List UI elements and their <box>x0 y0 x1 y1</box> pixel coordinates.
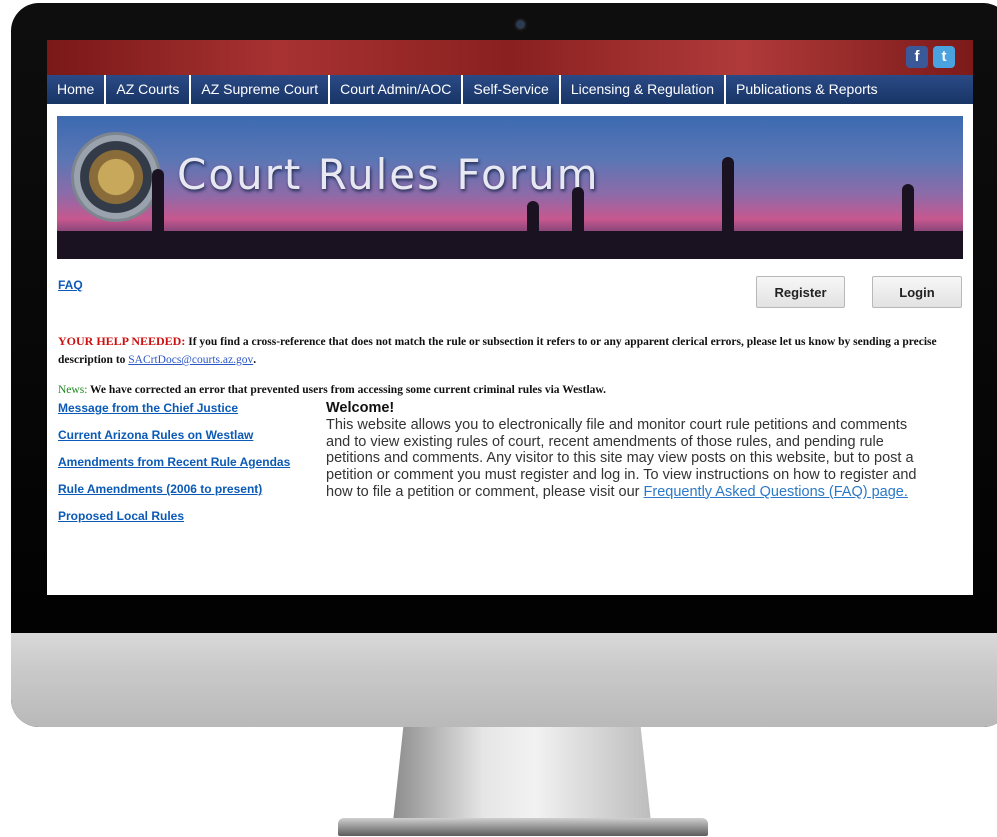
sidebar-item-proposed-local-rules[interactable]: Proposed Local Rules <box>58 508 323 525</box>
monitor-stand-base <box>338 818 708 836</box>
help-end: . <box>253 354 257 366</box>
nav-item-home[interactable]: Home <box>47 75 107 104</box>
twitter-icon[interactable]: t <box>933 46 955 68</box>
nav-item-az-supreme-court[interactable]: AZ Supreme Court <box>191 75 331 104</box>
banner-horizon <box>57 231 963 259</box>
nav-item-publications[interactable]: Publications & Reports <box>726 75 888 104</box>
help-label: YOUR HELP NEEDED: <box>58 334 186 348</box>
news-notice: News: We have corrected an error that pr… <box>58 384 968 396</box>
welcome-body: This website allows you to electronicall… <box>326 417 926 501</box>
help-notice: YOUR HELP NEEDED: If you find a cross-re… <box>58 332 968 369</box>
top-banner-strip: f t <box>47 40 973 75</box>
news-label: News: <box>58 384 88 396</box>
banner-title: Court Rules Forum <box>177 150 600 199</box>
sidebar-links: Message from the Chief Justice Current A… <box>58 400 323 535</box>
site-banner: Court Rules Forum <box>57 116 963 259</box>
login-button[interactable]: Login <box>872 276 962 308</box>
main-nav: Home AZ Courts AZ Supreme Court Court Ad… <box>47 75 973 104</box>
facebook-icon[interactable]: f <box>906 46 928 68</box>
sidebar-item-chief-justice-message[interactable]: Message from the Chief Justice <box>58 400 323 417</box>
nav-item-licensing[interactable]: Licensing & Regulation <box>561 75 727 104</box>
nav-item-court-admin[interactable]: Court Admin/AOC <box>330 75 464 104</box>
cactus-silhouette <box>722 157 734 239</box>
sidebar-item-rule-amendments[interactable]: Rule Amendments (2006 to present) <box>58 481 323 498</box>
monitor-chin <box>11 633 997 727</box>
welcome-section: Welcome! This website allows you to elec… <box>326 400 926 501</box>
nav-item-self-service[interactable]: Self-Service <box>463 75 561 104</box>
monitor-stand <box>393 727 651 822</box>
cactus-silhouette <box>152 169 164 239</box>
screen: f t Home AZ Courts AZ Supreme Court Cour… <box>47 40 973 595</box>
sidebar-item-recent-amendments[interactable]: Amendments from Recent Rule Agendas <box>58 454 323 471</box>
sidebar-item-westlaw-rules[interactable]: Current Arizona Rules on Westlaw <box>58 427 323 444</box>
help-email-link[interactable]: SACrtDocs@courts.az.gov <box>128 354 253 366</box>
camera-icon <box>516 20 525 29</box>
nav-item-az-courts[interactable]: AZ Courts <box>106 75 192 104</box>
news-text: We have corrected an error that prevente… <box>87 384 606 396</box>
welcome-title: Welcome! <box>326 400 395 416</box>
register-button[interactable]: Register <box>756 276 845 308</box>
faq-link[interactable]: FAQ <box>58 278 83 292</box>
court-seal-logo <box>71 132 161 222</box>
faq-page-link[interactable]: Frequently Asked Questions (FAQ) page. <box>644 484 908 500</box>
